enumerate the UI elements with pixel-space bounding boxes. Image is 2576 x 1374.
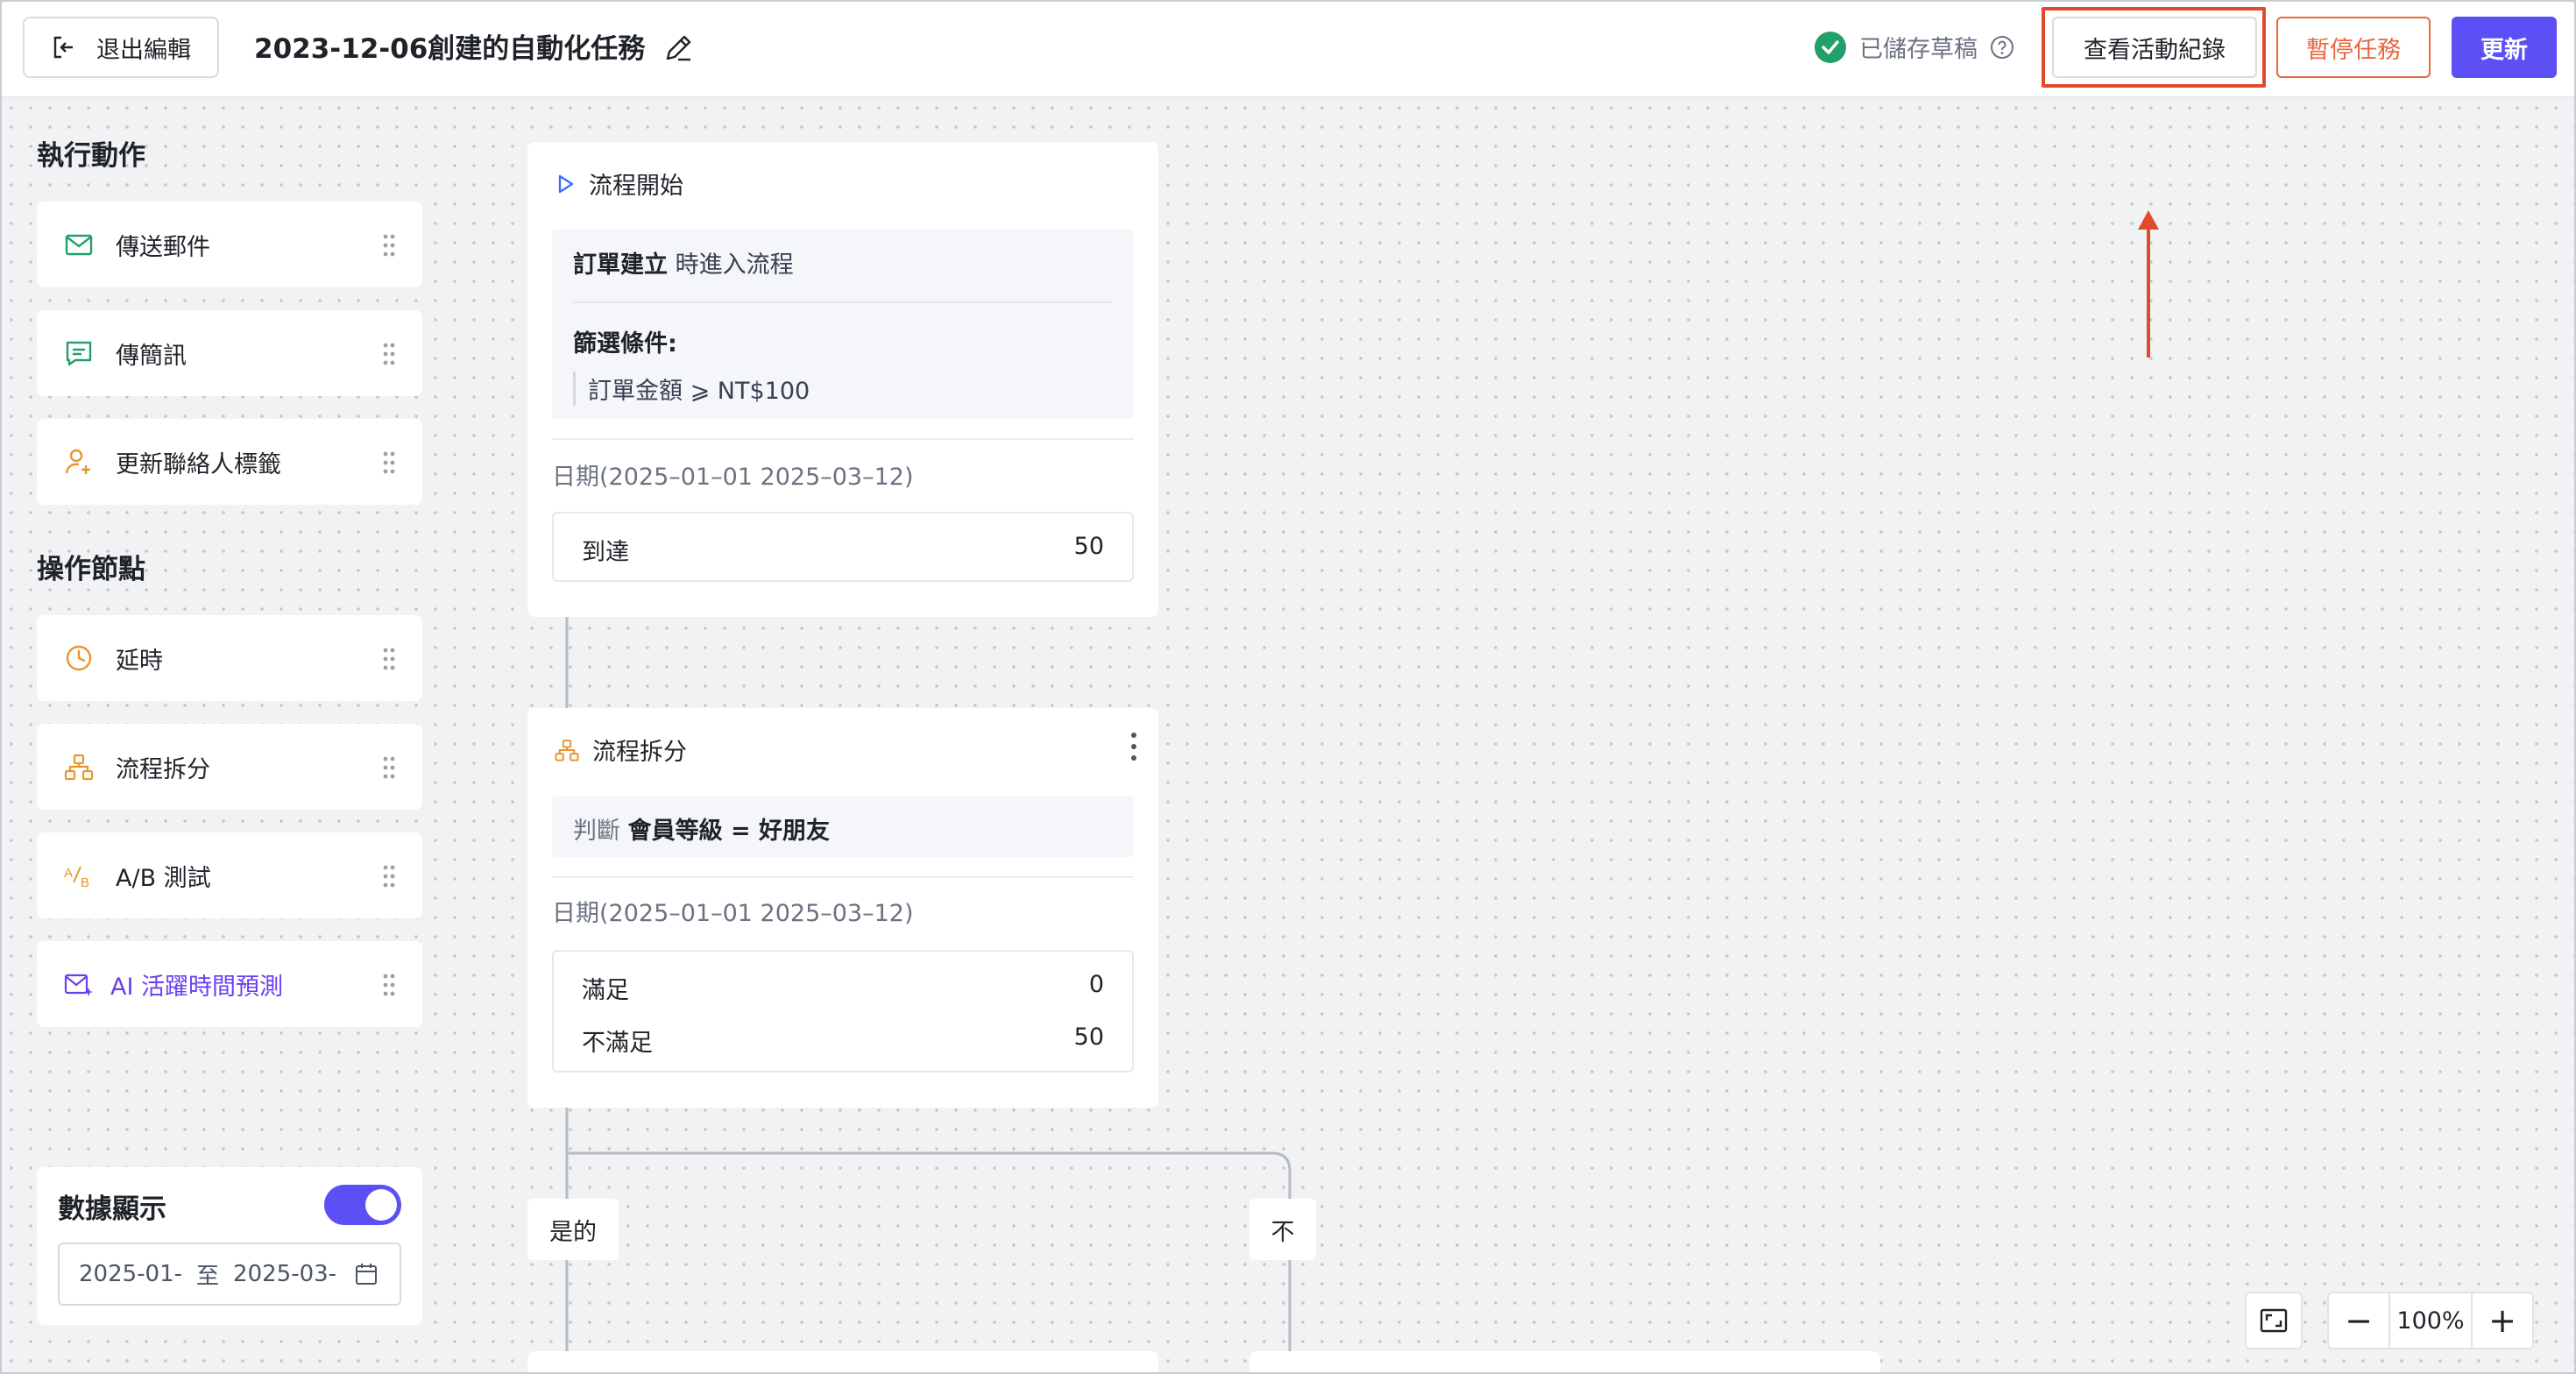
stat-label: 滿足 bbox=[582, 977, 629, 1004]
fit-view-button[interactable] bbox=[2245, 1292, 2303, 1349]
update-button[interactable]: 更新 bbox=[2452, 17, 2557, 78]
help-icon[interactable] bbox=[1990, 35, 2014, 60]
stat-row: 滿足 0 bbox=[582, 971, 1104, 1005]
next-node-card-no[interactable] bbox=[1249, 1351, 1880, 1372]
save-status: 已儲存草稿 bbox=[1814, 30, 2014, 64]
flow-canvas[interactable]: 執行動作 傳送郵件 傳簡訊 更新聯絡人標籤 操作節點 延時 流程拆分 A B A… bbox=[2, 98, 2574, 1372]
check-circle-icon bbox=[1815, 31, 1846, 63]
split-date-label: 日期(2025–01–01 2025–03–12) bbox=[552, 900, 914, 927]
next-node-card-yes[interactable] bbox=[527, 1351, 1158, 1372]
start-trigger-panel: 訂單建立 時進入流程 篩選條件: 訂單金額 ⩾ NT$100 bbox=[552, 230, 1134, 419]
split-icon bbox=[555, 739, 579, 761]
stat-value: 0 bbox=[1088, 971, 1104, 998]
more-vertical-icon[interactable] bbox=[1129, 731, 1139, 762]
divider bbox=[552, 876, 1134, 878]
filter-title: 篩選條件: bbox=[573, 330, 677, 358]
exit-edit-button[interactable]: 退出編輯 bbox=[23, 17, 219, 78]
start-node-card[interactable]: 流程開始 訂單建立 時進入流程 篩選條件: 訂單金額 ⩾ NT$100 日期(2… bbox=[527, 142, 1158, 617]
pencil-icon[interactable] bbox=[661, 31, 696, 66]
exit-edit-label: 退出編輯 bbox=[96, 36, 191, 64]
zoom-control: − 100% + bbox=[2327, 1292, 2534, 1349]
split-node-title: 流程拆分 bbox=[592, 739, 687, 766]
start-stats: 到達 50 bbox=[552, 512, 1134, 582]
fit-screen-icon bbox=[2260, 1308, 2288, 1333]
divider bbox=[552, 438, 1134, 440]
zoom-in-button[interactable]: + bbox=[2473, 1293, 2532, 1348]
zoom-out-button[interactable]: − bbox=[2329, 1293, 2388, 1348]
trigger-text: 時進入流程 bbox=[675, 251, 794, 279]
judge-prefix: 判斷 bbox=[573, 818, 620, 845]
divider bbox=[573, 301, 1113, 303]
branch-yes-label[interactable]: 是的 bbox=[527, 1199, 619, 1260]
stat-value: 50 bbox=[1073, 533, 1104, 560]
start-date-label: 日期(2025–01–01 2025–03–12) bbox=[552, 464, 914, 491]
view-activity-log-button[interactable]: 查看活動紀錄 bbox=[2052, 17, 2257, 78]
top-bar: 退出編輯 2023-12-06創建的自動化任務 已儲存草稿 查看活動紀錄 暫停任… bbox=[2, 2, 2574, 98]
stat-row: 不滿足 50 bbox=[582, 1023, 1104, 1058]
app-window: 退出編輯 2023-12-06創建的自動化任務 已儲存草稿 查看活動紀錄 暫停任… bbox=[0, 0, 2576, 1374]
trigger-event: 訂單建立 bbox=[573, 251, 668, 279]
zoom-level: 100% bbox=[2388, 1293, 2473, 1348]
save-status-label: 已儲存草稿 bbox=[1859, 36, 1978, 63]
pause-task-button[interactable]: 暫停任務 bbox=[2276, 17, 2431, 78]
judge-condition: 會員等級 = 好朋友 bbox=[627, 818, 831, 845]
branch-no-label[interactable]: 不 bbox=[1249, 1199, 1316, 1260]
start-node-title: 流程開始 bbox=[589, 173, 683, 200]
play-icon bbox=[558, 174, 574, 193]
flow-connectors bbox=[565, 617, 1292, 1372]
split-node-card[interactable]: 流程拆分 判斷 會員等級 = 好朋友 日期(2025–01–01 2025–03… bbox=[527, 708, 1158, 1108]
stat-label: 不滿足 bbox=[582, 1030, 653, 1057]
exit-icon bbox=[53, 36, 73, 59]
stat-label: 到達 bbox=[582, 539, 629, 566]
split-condition-panel: 判斷 會員等級 = 好朋友 bbox=[552, 796, 1134, 857]
stat-row: 到達 50 bbox=[582, 533, 1104, 567]
page-title: 2023-12-06創建的自動化任務 bbox=[254, 33, 646, 65]
split-stats: 滿足 0 不滿足 50 bbox=[552, 950, 1134, 1073]
filter-condition: 訂單金額 ⩾ NT$100 bbox=[573, 372, 810, 406]
stat-value: 50 bbox=[1073, 1023, 1104, 1051]
